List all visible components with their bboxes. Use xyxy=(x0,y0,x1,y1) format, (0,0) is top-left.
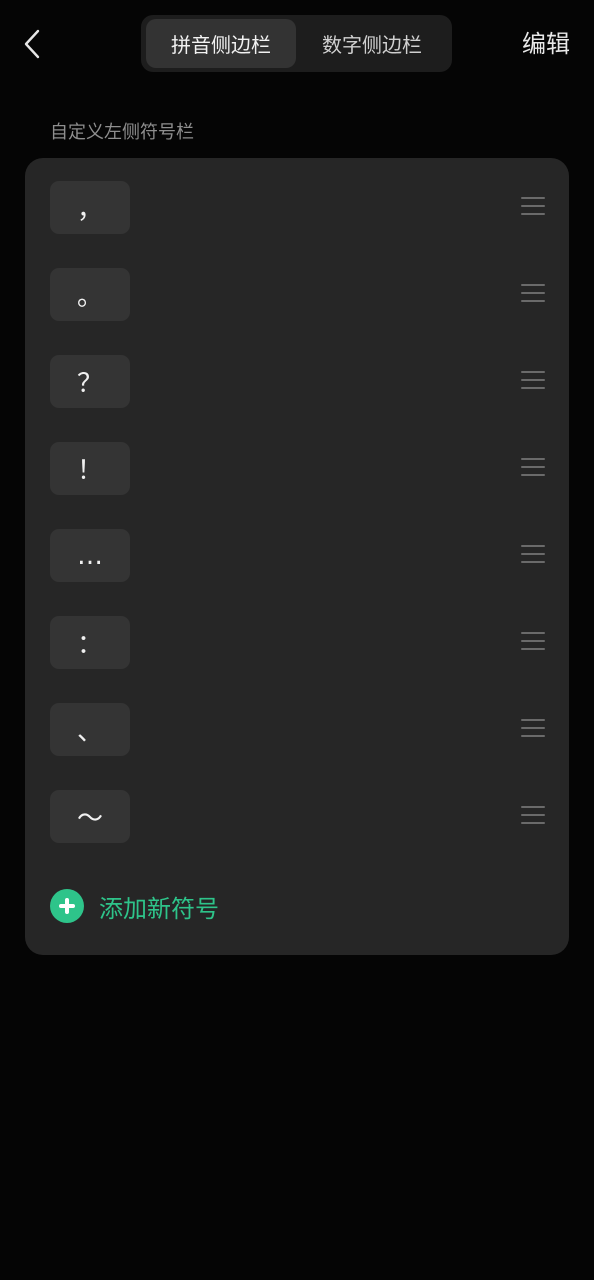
symbol-key[interactable]: ： xyxy=(50,616,130,669)
drag-handle-icon[interactable] xyxy=(521,545,545,565)
symbol-key[interactable]: ？ xyxy=(50,355,130,408)
symbol-key[interactable]: ～ xyxy=(50,790,130,843)
symbol-row: ： xyxy=(25,593,569,680)
symbol-list-card: ， 。 ？ ！ … ： 、 ～ 添加新符号 xyxy=(25,158,569,955)
symbol-row: ？ xyxy=(25,332,569,419)
symbol-key[interactable]: ！ xyxy=(50,442,130,495)
symbol-key[interactable]: … xyxy=(50,529,130,582)
symbol-row: ， xyxy=(25,158,569,245)
symbol-key[interactable]: 、 xyxy=(50,703,130,756)
symbol-row: ！ xyxy=(25,419,569,506)
back-button[interactable] xyxy=(12,22,52,66)
top-bar: 拼音侧边栏 数字侧边栏 编辑 xyxy=(0,0,594,88)
symbol-row: 、 xyxy=(25,680,569,767)
add-symbol-button[interactable]: 添加新符号 xyxy=(50,886,219,926)
symbol-row: ～ xyxy=(25,767,569,854)
symbol-key[interactable]: ， xyxy=(50,181,130,234)
drag-handle-icon[interactable] xyxy=(521,284,545,304)
edit-button[interactable]: 编辑 xyxy=(522,24,570,64)
drag-handle-icon[interactable] xyxy=(521,719,545,739)
sidebar-type-switcher: 拼音侧边栏 数字侧边栏 xyxy=(141,15,452,72)
drag-handle-icon[interactable] xyxy=(521,632,545,652)
drag-handle-icon[interactable] xyxy=(521,806,545,826)
add-symbol-label: 添加新符号 xyxy=(99,894,219,923)
symbol-row: … xyxy=(25,506,569,593)
plus-circle-icon xyxy=(50,889,84,923)
tab-pinyin-sidebar[interactable]: 拼音侧边栏 xyxy=(146,19,296,68)
drag-handle-icon[interactable] xyxy=(521,458,545,478)
symbol-key[interactable]: 。 xyxy=(50,268,130,321)
drag-handle-icon[interactable] xyxy=(521,197,545,217)
chevron-left-icon xyxy=(24,29,40,59)
symbol-row: 。 xyxy=(25,245,569,332)
section-title: 自定义左侧符号栏 xyxy=(50,122,194,143)
tab-number-sidebar[interactable]: 数字侧边栏 xyxy=(297,19,447,68)
drag-handle-icon[interactable] xyxy=(521,371,545,391)
